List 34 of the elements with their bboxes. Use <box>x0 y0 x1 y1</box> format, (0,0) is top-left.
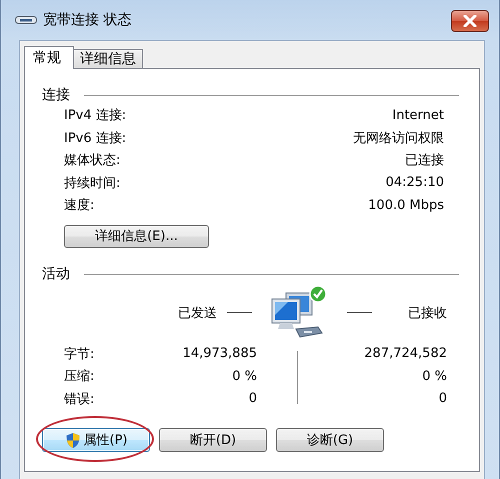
field-label: 媒体状态: <box>64 152 120 170</box>
field-value: 无网络访问权限 <box>353 130 444 147</box>
section-heading: 活动 <box>42 264 70 282</box>
field-label: 持续时间: <box>64 174 120 192</box>
field-value: 04:25:10 <box>386 175 444 190</box>
field-value: 已连接 <box>405 152 444 170</box>
stat-label: 字节: <box>64 346 94 363</box>
details-button[interactable]: 详细信息(E)... <box>64 224 209 248</box>
received-value: 0 % <box>422 368 447 384</box>
window-title: 宽带连接 状态 <box>43 11 132 29</box>
field-label: IPv4 连接: <box>64 107 126 124</box>
sent-value: 0 <box>248 391 257 406</box>
sent-value: 0 % <box>232 368 257 384</box>
modem-icon <box>15 16 37 24</box>
received-label: 已接收 <box>408 304 447 322</box>
stat-label: 错误: <box>64 390 94 408</box>
field-value: Internet <box>392 108 444 123</box>
received-value: 287,724,582 <box>364 346 447 362</box>
stat-label: 压缩: <box>64 368 94 386</box>
shield-icon <box>64 432 80 448</box>
field-label: 速度: <box>64 197 94 214</box>
field-value: 100.0 Mbps <box>368 198 444 213</box>
sent-value: 14,973,885 <box>182 346 257 362</box>
tab[interactable]: 详细信息 <box>73 49 143 68</box>
tab[interactable]: 常规 <box>24 46 74 69</box>
field-label: IPv6 连接: <box>64 130 126 147</box>
received-value: 0 <box>438 391 447 406</box>
close-icon <box>463 15 477 27</box>
sent-label: 已发送 <box>178 304 217 322</box>
close-button[interactable] <box>451 10 489 32</box>
properties-button[interactable]: 属性(P) <box>42 428 150 452</box>
section-heading: 连接 <box>42 86 70 104</box>
disconnect-button[interactable]: 断开(D) <box>159 428 267 452</box>
diagnose-button[interactable]: 诊断(G) <box>276 428 384 452</box>
